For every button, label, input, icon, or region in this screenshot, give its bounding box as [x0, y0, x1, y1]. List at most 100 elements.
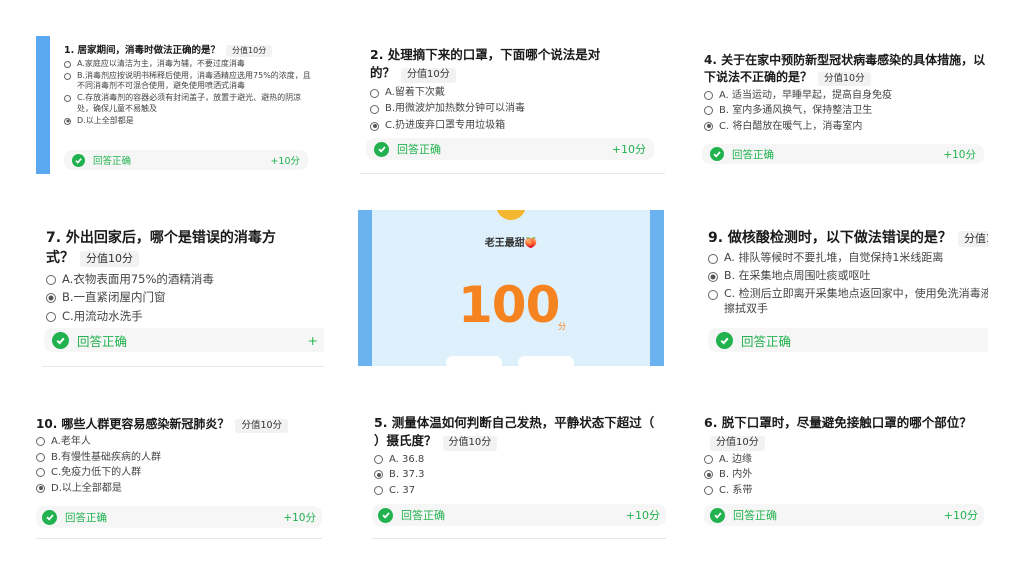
- question-title: 4. 关于在家中预防新型冠状病毒感染的具体措施，以下说法不正确的是？ 分值10分: [704, 53, 986, 87]
- option-a[interactable]: A. 适当运动，早睡早起，提高自身免疫: [704, 89, 986, 103]
- result-points: +10分: [625, 509, 660, 522]
- radio-icon: [64, 72, 71, 80]
- option-a[interactable]: A. 36.8: [374, 453, 664, 467]
- score-unit: 分: [558, 322, 566, 331]
- radio-icon: [64, 60, 71, 68]
- option-c[interactable]: C. 检测后立即离开采集地点返回家中，使用免洗消毒液擦拭双手: [708, 287, 988, 317]
- radio-icon: [708, 254, 718, 265]
- check-circle-icon: [716, 331, 733, 349]
- answer-result: 回答正确 +10分: [702, 144, 984, 164]
- question-title: 7. 外出回家后，哪个是错误的消毒方式？ 分值10分: [46, 230, 276, 268]
- card-divider: [360, 173, 665, 174]
- question-title: 1. 居家期间，消毒时做法正确的是？ 分值10分: [64, 44, 316, 58]
- radio-icon: [708, 289, 718, 300]
- answer-result: 回答正确 +10分: [64, 150, 308, 170]
- option-b[interactable]: B.有慢性基础疾病的人群: [36, 451, 322, 465]
- option-a[interactable]: A. 边缘: [704, 453, 974, 467]
- answer-result: 回答正确 +10分: [366, 138, 654, 160]
- score-badge: 分值10分: [80, 251, 139, 268]
- card-accent-bar: [36, 36, 50, 174]
- option-a[interactable]: A.家庭应以清洁为主，消毒为辅，不要过度消毒: [64, 59, 316, 70]
- option-c[interactable]: C.用流动水洗手: [46, 309, 286, 325]
- question-title: 10. 哪些人群更容易感染新冠肺炎？ 分值10分: [36, 416, 322, 433]
- score-badge: 分值10分: [226, 45, 273, 57]
- option-b[interactable]: B. 在采集地点周围吐痰或呕吐: [708, 269, 988, 284]
- check-circle-icon: [710, 507, 725, 523]
- radio-selected-icon: [374, 470, 383, 480]
- radio-icon: [36, 452, 45, 462]
- answer-result: 回答正确 +10分: [36, 506, 322, 528]
- check-circle-icon: [378, 507, 393, 523]
- radio-icon: [704, 485, 713, 495]
- radio-icon: [374, 485, 383, 495]
- radio-icon: [374, 454, 383, 464]
- score-badge: 分值10分: [442, 436, 498, 451]
- radio-icon: [370, 105, 379, 115]
- option-d[interactable]: D.以上全部都是: [64, 116, 316, 127]
- option-c[interactable]: C. 37: [374, 484, 664, 498]
- option-b[interactable]: B. 37.3: [374, 468, 664, 482]
- action-tab[interactable]: [446, 356, 502, 366]
- radio-icon: [704, 106, 713, 116]
- radio-icon: [36, 437, 45, 447]
- option-a[interactable]: A.留着下次戴: [370, 86, 620, 100]
- score-badge: 分值10分: [710, 436, 765, 451]
- question-card-2: 2. 处理摘下来的口罩，下面哪个说法是对的？ 分值10分 A.留着下次戴 B.用微…: [360, 40, 665, 174]
- radio-selected-icon: [64, 117, 71, 125]
- result-text: 回答正确: [733, 509, 777, 522]
- radio-icon: [704, 90, 713, 100]
- option-b[interactable]: B.消毒剂应按说明书稀释后使用，消毒酒精应选用75%的浓度，且不同消毒剂不可混合…: [64, 71, 316, 93]
- option-c[interactable]: C. 系带: [704, 484, 974, 498]
- result-text: 回答正确: [732, 148, 774, 161]
- option-a[interactable]: A.衣物表面用75%的酒精消毒: [46, 272, 286, 288]
- check-circle-icon: [710, 147, 724, 161]
- option-a[interactable]: A.老年人: [36, 435, 322, 449]
- option-c[interactable]: C.存放消毒剂的容器必须有封闭盖子，放置于避光、避热的阴凉处，确保儿童不易触及: [64, 93, 316, 115]
- card-divider: [372, 538, 666, 539]
- total-score-card: 老王最甜🍑 100 分: [358, 210, 664, 366]
- question-title: 9. 做核酸检测时，以下做法错误的是？分值10分: [708, 228, 988, 248]
- answer-result: 回答正确 +10分: [704, 504, 984, 526]
- radio-selected-icon: [370, 121, 379, 131]
- result-points: +10分: [943, 148, 976, 161]
- option-b[interactable]: B.一直紧闭屋内门窗: [46, 290, 286, 306]
- check-circle-icon: [374, 141, 389, 157]
- result-text: 回答正确: [397, 143, 441, 156]
- option-d[interactable]: D.以上全部都是: [36, 482, 322, 496]
- card-divider: [42, 366, 324, 367]
- question-title: 5. 测量体温如何判断自己发热，平静状态下超过（ ）摄氏度？ 分值10分: [374, 414, 664, 451]
- action-tab[interactable]: [518, 356, 574, 366]
- radio-selected-icon: [704, 121, 713, 131]
- option-b[interactable]: B. 室内多通风换气，保持整洁卫生: [704, 104, 986, 118]
- radio-selected-icon: [708, 272, 718, 283]
- answer-result: 回答正确: [708, 328, 988, 352]
- radio-icon: [46, 274, 56, 285]
- result-text: 回答正确: [65, 511, 107, 524]
- question-card-9: 9. 做核酸检测时，以下做法错误的是？分值10分 A. 排队等候时不要扎堆，自觉…: [704, 226, 988, 368]
- option-a[interactable]: A. 排队等候时不要扎堆，自觉保持1米线距离: [708, 251, 988, 266]
- radio-icon: [370, 88, 379, 98]
- option-b[interactable]: B. 内外: [704, 468, 974, 482]
- result-points: +10分: [283, 511, 316, 524]
- check-circle-icon: [52, 331, 69, 349]
- question-card-4: 4. 关于在家中预防新型冠状病毒感染的具体措施，以下说法不正确的是？ 分值10分 …: [700, 48, 990, 174]
- result-points: +10分: [943, 509, 978, 522]
- result-points: +10分: [611, 143, 646, 156]
- total-score: 100: [458, 276, 560, 334]
- answer-result: 回答正确 +10分: [372, 504, 666, 526]
- result-text: 回答正确: [93, 156, 132, 167]
- score-badge: 分值10分: [957, 231, 988, 247]
- check-circle-icon: [42, 509, 57, 525]
- option-c[interactable]: C. 将白醋放在暖气上，消毒室内: [704, 120, 986, 134]
- score-badge: 分值10分: [818, 72, 871, 87]
- answer-result: 回答正确 +: [44, 328, 324, 352]
- result-text: 回答正确: [401, 509, 445, 522]
- card-divider: [36, 538, 322, 539]
- radio-selected-icon: [704, 470, 713, 480]
- question-card-5: 5. 测量体温如何判断自己发热，平静状态下超过（ ）摄氏度？ 分值10分 A. 3…: [372, 412, 666, 540]
- option-c[interactable]: C.扔进废弃口罩专用垃圾箱: [370, 119, 620, 133]
- option-b[interactable]: B.用微波炉加热数分钟可以消毒: [370, 102, 620, 116]
- radio-icon: [64, 95, 71, 103]
- option-c[interactable]: C.免疫力低下的人群: [36, 466, 322, 480]
- question-card-7: 7. 外出回家后，哪个是错误的消毒方式？ 分值10分 A.衣物表面用75%的酒精消…: [42, 226, 324, 368]
